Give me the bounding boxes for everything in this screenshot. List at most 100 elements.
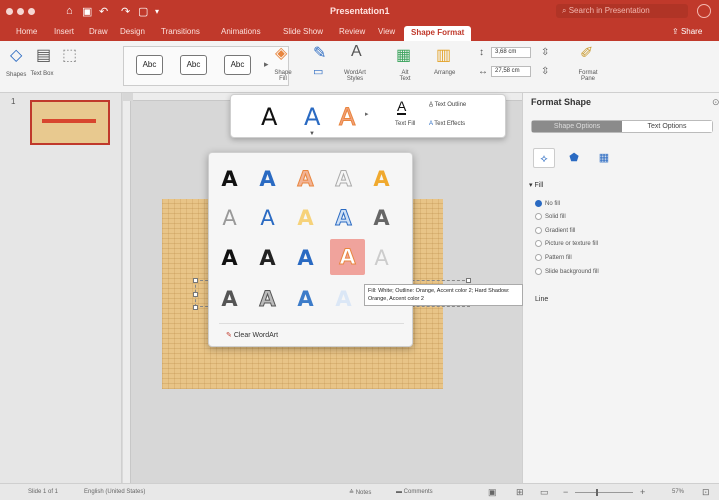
- wordart-style[interactable]: A: [212, 200, 247, 236]
- shape-style-3[interactable]: Abc: [224, 55, 251, 75]
- shape-style-1[interactable]: Abc: [136, 55, 163, 75]
- save-icon[interactable]: ▣: [82, 5, 92, 18]
- radio-button[interactable]: [535, 240, 542, 247]
- wordart-style[interactable]: A: [250, 161, 285, 197]
- wordart-style[interactable]: A: [326, 161, 361, 197]
- comments-button[interactable]: ▬ Comments: [396, 489, 433, 495]
- language-indicator[interactable]: English (United States): [84, 489, 145, 495]
- wordart-style[interactable]: A: [250, 240, 285, 276]
- fill-option-gradient[interactable]: Gradient fill: [535, 227, 575, 234]
- tab-home[interactable]: Home: [16, 27, 37, 36]
- fill-line-icon[interactable]: ⟡: [533, 148, 555, 168]
- zoom-in-icon[interactable]: +: [640, 487, 645, 497]
- close-window-button[interactable]: [6, 8, 13, 15]
- zoom-slider-thumb[interactable]: [596, 489, 598, 496]
- line-section-header[interactable]: Line: [535, 296, 548, 303]
- fill-section-header[interactable]: ▾ Fill: [529, 181, 543, 189]
- panel-close-icon[interactable]: ⊙: [712, 97, 719, 108]
- zoom-slider[interactable]: [575, 489, 633, 496]
- wordart-style[interactable]: A: [250, 200, 285, 236]
- wordart-style[interactable]: A: [288, 200, 323, 236]
- reading-view-icon[interactable]: ▭: [540, 487, 549, 498]
- radio-button[interactable]: [535, 227, 542, 234]
- height-field[interactable]: 3,68 cm: [491, 47, 531, 58]
- tab-insert[interactable]: Insert: [54, 27, 74, 36]
- text-style-blue[interactable]: A: [304, 103, 320, 131]
- radio-button[interactable]: [535, 268, 542, 275]
- shape-effects-icon[interactable]: ▭: [313, 65, 323, 78]
- maximize-window-button[interactable]: [28, 8, 35, 15]
- shapes-icon[interactable]: ◇: [10, 45, 22, 65]
- tab-draw[interactable]: Draw: [89, 27, 108, 36]
- wordart-style[interactable]: A: [212, 240, 247, 276]
- radio-button[interactable]: [535, 213, 542, 220]
- height-stepper[interactable]: ⇳: [541, 47, 549, 58]
- size-properties-icon[interactable]: ▦: [593, 148, 615, 168]
- customize-toolbar-icon[interactable]: ▾: [155, 7, 159, 16]
- resize-handle[interactable]: [193, 305, 198, 310]
- shape-style-2[interactable]: Abc: [180, 55, 207, 75]
- wordart-style[interactable]: A: [288, 161, 323, 197]
- format-pane-icon[interactable]: ✐: [580, 43, 593, 63]
- fill-option-slide-background[interactable]: Slide background fill: [535, 268, 599, 275]
- text-effects-button[interactable]: A Text Effects: [429, 121, 465, 127]
- radio-button[interactable]: [535, 200, 542, 207]
- tab-shape-options[interactable]: Shape Options: [532, 121, 622, 132]
- shape-outline-icon[interactable]: ✎: [313, 43, 326, 63]
- wordart-style[interactable]: A: [364, 161, 399, 197]
- alt-text-icon[interactable]: ▦: [396, 45, 411, 65]
- zoom-level[interactable]: 57%: [672, 489, 684, 495]
- normal-view-icon[interactable]: ▣: [488, 487, 497, 498]
- clear-wordart-button[interactable]: ✎ Clear WordArt: [226, 331, 278, 339]
- wordart-style[interactable]: A: [326, 200, 361, 236]
- text-style-orange-outline[interactable]: A: [338, 103, 355, 132]
- width-stepper[interactable]: ⇳: [541, 66, 549, 77]
- effects-icon[interactable]: ⬟: [563, 148, 585, 168]
- shape-fill-icon[interactable]: ◈: [275, 43, 287, 63]
- wordart-styles-icon[interactable]: A: [351, 43, 362, 61]
- minimize-window-button[interactable]: [17, 8, 24, 15]
- tab-transitions[interactable]: Transitions: [161, 27, 200, 36]
- text-outline-button[interactable]: A̲ Text Outline: [429, 102, 466, 108]
- wordart-style[interactable]: A: [288, 240, 323, 276]
- search-input[interactable]: ⌕ Search in Presentation: [556, 4, 688, 18]
- redo-icon[interactable]: ↷: [121, 5, 130, 18]
- fill-option-no-fill[interactable]: No fill: [535, 200, 560, 207]
- tab-animations[interactable]: Animations: [221, 27, 261, 36]
- wordart-style[interactable]: A: [288, 281, 323, 317]
- zoom-out-icon[interactable]: −: [563, 487, 568, 497]
- edit-shape-icon[interactable]: ⬚: [62, 45, 77, 65]
- undo-icon[interactable]: ↶: [99, 5, 108, 18]
- resize-handle[interactable]: [193, 278, 198, 283]
- fill-option-solid[interactable]: Solid fill: [535, 213, 566, 220]
- slide-thumbnail[interactable]: [30, 100, 110, 145]
- tab-slide-show[interactable]: Slide Show: [283, 27, 323, 36]
- arrange-icon[interactable]: ▥: [436, 45, 451, 65]
- print-icon[interactable]: ▢: [138, 5, 148, 18]
- home-icon[interactable]: ⌂: [66, 5, 73, 17]
- width-field[interactable]: 27,58 cm: [491, 66, 531, 77]
- wordart-style[interactable]: A: [212, 281, 247, 317]
- wordart-style-selected[interactable]: A: [330, 239, 365, 275]
- gallery-expand-icon[interactable]: ▸: [365, 110, 369, 118]
- wordart-style[interactable]: A: [326, 281, 361, 317]
- tab-review[interactable]: Review: [339, 27, 365, 36]
- gallery-more-icon[interactable]: ▸: [264, 59, 269, 70]
- fill-option-picture[interactable]: Picture or texture fill: [535, 240, 598, 247]
- wordart-style[interactable]: A: [364, 240, 399, 276]
- text-fill-icon[interactable]: A: [397, 99, 407, 115]
- tab-design[interactable]: Design: [120, 27, 145, 36]
- resize-handle[interactable]: [193, 292, 198, 297]
- resize-handle[interactable]: [466, 278, 471, 283]
- tab-text-options[interactable]: Text Options: [622, 121, 712, 132]
- wordart-style[interactable]: A: [364, 200, 399, 236]
- fit-to-window-icon[interactable]: ⊡: [702, 487, 710, 498]
- gallery-dropdown-icon[interactable]: ▼: [309, 131, 315, 137]
- wordart-style[interactable]: A: [250, 281, 285, 317]
- share-button[interactable]: ⇪ Share: [672, 27, 702, 36]
- slide-sorter-icon[interactable]: ⊞: [516, 487, 524, 498]
- text-style-plain[interactable]: A: [261, 103, 277, 131]
- wordart-style[interactable]: A: [212, 161, 247, 197]
- radio-button[interactable]: [535, 254, 542, 261]
- notes-button[interactable]: ≙ Notes: [349, 489, 371, 496]
